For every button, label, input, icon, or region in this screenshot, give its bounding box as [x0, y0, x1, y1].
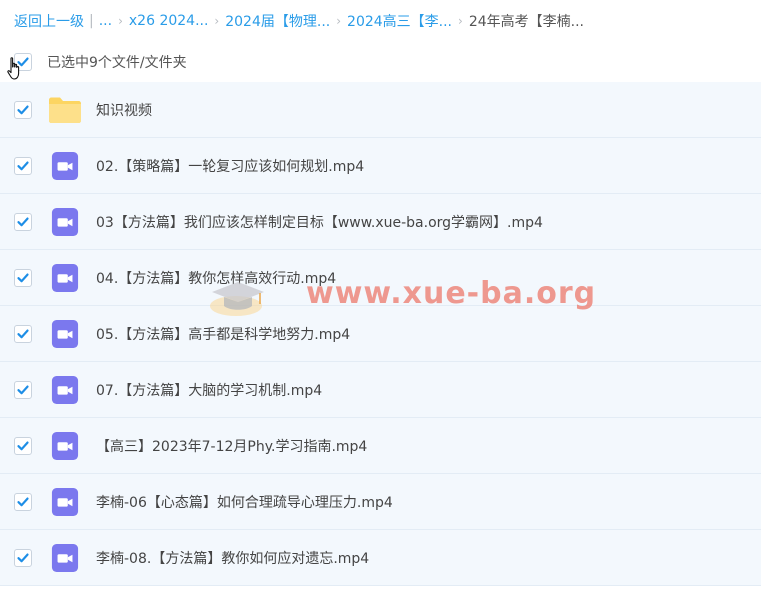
row-checkbox[interactable] — [14, 492, 32, 511]
video-file-icon — [48, 429, 82, 463]
breadcrumb: 返回上一级 | ... › x26 2024... › 2024届【物理... … — [14, 10, 584, 32]
row-checkbox[interactable] — [14, 100, 32, 119]
video-file-icon — [48, 261, 82, 295]
chevron-right-icon: › — [214, 14, 220, 28]
file-name[interactable]: 【高三】2023年7-12月Phy.学习指南.mp4 — [96, 436, 367, 456]
list-item[interactable]: 李楠-08.【方法篇】教你如何应对遗忘.mp4 — [0, 530, 761, 586]
checkmark-icon — [17, 217, 29, 226]
list-item[interactable]: 04.【方法篇】教你怎样高效行动.mp4 — [0, 250, 761, 306]
checkmark-icon — [17, 553, 29, 562]
video-file-icon — [48, 541, 82, 575]
list-item[interactable]: 02.【策略篇】一轮复习应该如何规划.mp4 — [0, 138, 761, 194]
checkmark-icon — [17, 161, 29, 170]
checkmark-icon — [17, 385, 29, 394]
list-item[interactable]: 07.【方法篇】大脑的学习机制.mp4 — [0, 362, 761, 418]
file-name[interactable]: 李楠-08.【方法篇】教你如何应对遗忘.mp4 — [96, 548, 369, 568]
file-name[interactable]: 知识视频 — [96, 100, 152, 120]
breadcrumb-item[interactable]: x26 2024... — [129, 13, 209, 29]
breadcrumb-current: 24年高考【李楠... — [468, 14, 584, 30]
breadcrumb-item[interactable]: 2024届【物理... — [225, 11, 330, 31]
checkmark-icon — [17, 329, 29, 338]
row-checkbox[interactable] — [14, 548, 32, 567]
chevron-right-icon: › — [458, 14, 463, 28]
breadcrumb-ellipsis[interactable]: ... — [99, 13, 112, 29]
list-item[interactable]: 【高三】2023年7-12月Phy.学习指南.mp4 — [0, 418, 761, 474]
chevron-right-icon: › — [118, 14, 123, 28]
file-name[interactable]: 李楠-06【心态篇】如何合理疏导心理压力.mp4 — [96, 492, 393, 512]
file-browser: 返回上一级 | ... › x26 2024... › 2024届【物理... … — [0, 0, 761, 593]
video-file-icon — [48, 317, 82, 351]
file-list: 知识视频 02.【策略篇】一轮复习应该如何规划.mp4 03【方法篇】我们应该怎… — [0, 82, 761, 586]
video-file-icon — [48, 149, 82, 183]
list-item[interactable]: 03【方法篇】我们应该怎样制定目标【www.xue-ba.org学霸网】.mp4 — [0, 194, 761, 250]
list-item[interactable]: 知识视频 — [0, 82, 761, 138]
file-name[interactable]: 07.【方法篇】大脑的学习机制.mp4 — [96, 380, 322, 400]
list-item[interactable]: 李楠-06【心态篇】如何合理疏导心理压力.mp4 — [0, 474, 761, 530]
back-link[interactable]: 返回上一级 — [14, 11, 84, 31]
file-name[interactable]: 03【方法篇】我们应该怎样制定目标【www.xue-ba.org学霸网】.mp4 — [96, 212, 543, 232]
row-checkbox[interactable] — [14, 268, 32, 287]
row-checkbox[interactable] — [14, 212, 32, 231]
checkmark-icon — [17, 273, 29, 282]
row-checkbox[interactable] — [14, 436, 32, 455]
video-file-icon — [48, 205, 82, 239]
file-name[interactable]: 02.【策略篇】一轮复习应该如何规划.mp4 — [96, 156, 364, 176]
folder-icon — [48, 93, 82, 127]
chevron-right-icon: › — [336, 14, 342, 28]
checkmark-icon — [17, 105, 29, 114]
breadcrumb-divider: | — [89, 13, 94, 29]
row-checkbox[interactable] — [14, 324, 32, 343]
row-checkbox[interactable] — [14, 380, 32, 399]
checkmark-icon — [17, 441, 29, 450]
file-name[interactable]: 05.【方法篇】高手都是科学地努力.mp4 — [96, 324, 350, 344]
video-file-icon — [48, 373, 82, 407]
checkmark-icon — [17, 497, 29, 506]
hand-cursor-icon — [7, 57, 20, 80]
file-name[interactable]: 04.【方法篇】教你怎样高效行动.mp4 — [96, 268, 336, 288]
row-checkbox[interactable] — [14, 156, 32, 175]
selection-count: 已选中9个文件/文件夹 — [47, 55, 187, 71]
selection-header: 已选中9个文件/文件夹 — [0, 44, 761, 80]
breadcrumb-item[interactable]: 2024高三【李... — [347, 11, 452, 31]
video-file-icon — [48, 485, 82, 519]
list-item[interactable]: 05.【方法篇】高手都是科学地努力.mp4 — [0, 306, 761, 362]
